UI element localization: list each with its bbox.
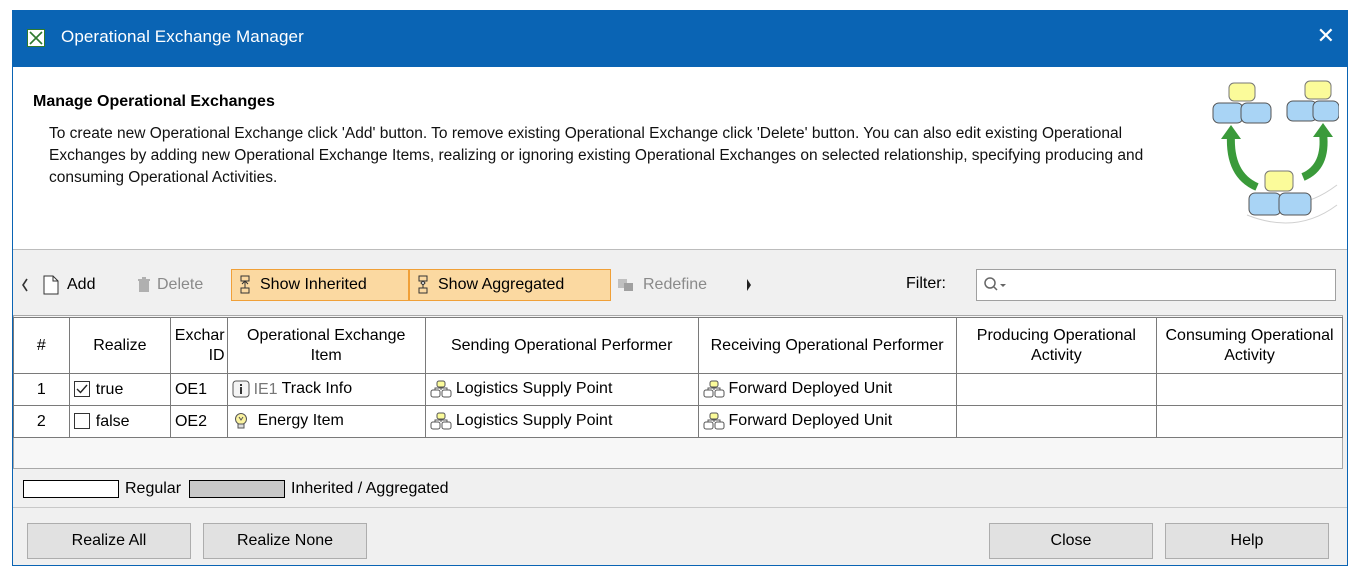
energy-item-icon [234,413,247,429]
filter-label: Filter: [906,275,946,292]
sending-name: Logistics Supply Point [455,412,613,430]
add-label: Add [67,276,96,293]
producing-activity-cell[interactable] [955,405,1158,438]
producing-activity-cell[interactable] [955,373,1158,406]
title-bar[interactable]: Operational Exchange Manager ✕ [13,11,1347,67]
realize-none-button[interactable]: Realize None [203,523,367,559]
column-header[interactable]: Realize [68,317,171,374]
inherited-icon [240,275,250,294]
table-row[interactable]: 2 false OE2 Energy Item Logistics Supply… [13,405,1343,438]
receiving-performer-cell[interactable]: Forward Deployed Unit [697,405,957,438]
item-name: Track Info [281,380,353,398]
dialog: Operational Exchange Manager ✕ Manage Op… [12,10,1348,566]
aggregated-icon [418,275,428,294]
performer-icon [703,380,725,398]
scroll-left-icon[interactable] [21,269,29,301]
new-document-icon [43,275,59,295]
realize-value: false [95,412,130,430]
sending-performer-cell[interactable]: Logistics Supply Point [424,373,699,406]
show-aggregated-label: Show Aggregated [438,276,565,293]
scroll-right-icon[interactable] [745,269,753,301]
trash-icon [138,277,150,292]
column-header[interactable]: # [13,317,70,374]
exchange-item-cell[interactable]: IE1 Track Info [226,373,426,406]
filter-input[interactable] [976,269,1336,301]
realize-checkbox[interactable] [73,413,90,430]
row-number: 1 [13,373,70,406]
realize-cell[interactable]: false [68,405,171,438]
redefine-button[interactable]: Redefine [617,269,707,301]
help-button[interactable]: Help [1165,523,1329,559]
toolbar: Add Delete Show Inherited Show Aggregate… [13,261,1347,309]
consuming-activity-cell[interactable] [1156,373,1343,406]
exchanges-table: # Realize Exchar ID Operational Exchange… [13,317,1343,438]
redefine-label: Redefine [643,276,708,293]
page-title: Manage Operational Exchanges [33,93,275,110]
inherited-legend-label: Inherited / Aggregated [291,480,449,497]
exchange-id: OE2 [169,405,228,438]
receiving-name: Forward Deployed Unit [728,380,893,398]
row-number: 2 [13,405,70,438]
divider [13,507,1347,508]
show-aggregated-toggle[interactable]: Show Aggregated [409,269,611,301]
delete-label: Delete [157,276,204,293]
delete-button[interactable]: Delete [137,269,203,301]
column-header[interactable]: Consuming Operational Activity [1156,317,1343,374]
header-panel: Manage Operational Exchanges To create n… [13,67,1347,250]
show-inherited-label: Show Inherited [260,276,367,293]
realize-all-button[interactable]: Realize All [27,523,191,559]
exchange-id: OE1 [169,373,228,406]
page-description: To create new Operational Exchange click… [49,125,1144,186]
close-icon[interactable]: ✕ [1317,23,1335,49]
information-item-icon [232,380,250,398]
app-icon [27,29,45,47]
add-button[interactable]: Add [43,269,95,301]
realize-checkbox[interactable] [73,381,90,398]
sending-performer-cell[interactable]: Logistics Supply Point [424,405,699,438]
receiving-name: Forward Deployed Unit [728,412,893,430]
column-header[interactable]: Sending Operational Performer [424,317,699,374]
realize-value: true [95,380,124,398]
window-title: Operational Exchange Manager [61,27,304,46]
item-name: Energy Item [257,412,344,430]
column-header[interactable]: Receiving Operational Performer [697,317,957,374]
performer-icon [430,412,452,430]
realize-cell[interactable]: true [68,373,171,406]
regular-legend-label: Regular [125,480,182,497]
column-header[interactable]: Producing Operational Activity [955,317,1158,374]
exchange-item-cell[interactable]: Energy Item [226,405,426,438]
item-prefix: IE1 [253,380,278,398]
sending-name: Logistics Supply Point [455,380,613,398]
performer-icon [430,380,452,398]
legend: Regular Inherited / Aggregated [23,477,448,501]
column-header[interactable]: Exchar ID [169,317,228,374]
table-row[interactable]: 1 true OE1 IE1 Track Info Logistics Suppl… [13,373,1343,406]
search-icon [984,277,1006,291]
regular-swatch [23,480,119,498]
table-header-row: # Realize Exchar ID Operational Exchange… [13,317,1343,374]
exchange-diagram-icon [1212,80,1339,224]
performer-icon [703,412,725,430]
show-inherited-toggle[interactable]: Show Inherited [231,269,409,301]
inherited-swatch [189,480,286,498]
redefine-icon [618,279,633,291]
close-button[interactable]: Close [989,523,1153,559]
column-header[interactable]: Operational Exchange Item [226,317,426,374]
consuming-activity-cell[interactable] [1156,405,1343,438]
receiving-performer-cell[interactable]: Forward Deployed Unit [697,373,957,406]
